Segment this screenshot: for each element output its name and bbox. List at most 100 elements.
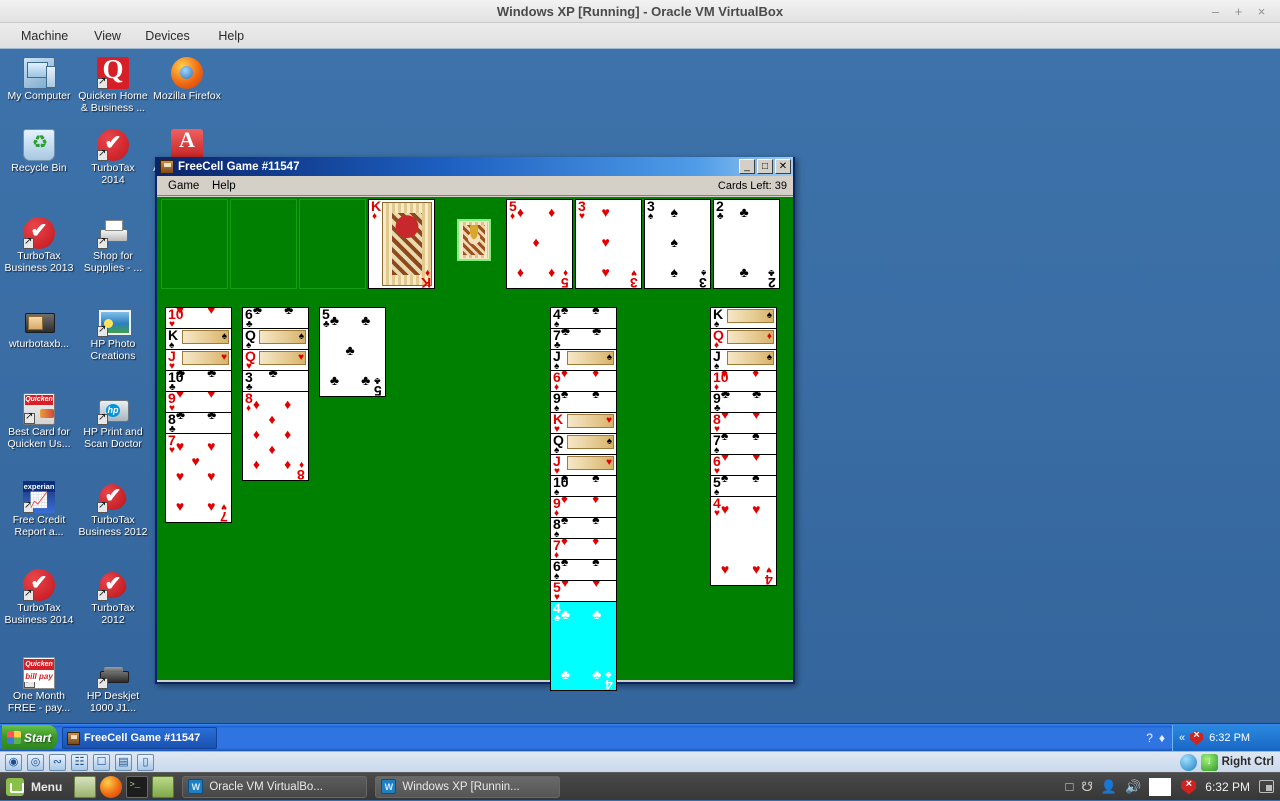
- foundation-4[interactable]: 2 ♣ ♣ ♣ 2 ♣: [713, 199, 780, 289]
- desktop-icon-one-month-free-bill-pay[interactable]: One Month FREE - pay...: [2, 657, 76, 714]
- column-8-card-1[interactable]: K ♠ ♠: [710, 307, 777, 329]
- desktop-icon-recycle-bin[interactable]: Recycle Bin: [2, 129, 76, 175]
- desktop-icon-turbotax-2014[interactable]: TurboTax 2014: [76, 129, 150, 186]
- column-1-card-1[interactable]: 10 ♥ ♥ ♥: [165, 307, 232, 329]
- column-6-card-1[interactable]: 4 ♠ ♠ ♠: [550, 307, 617, 329]
- column-6-card-5[interactable]: 9 ♠ ♠ ♠: [550, 391, 617, 413]
- foundation-3[interactable]: 3 ♠ ♠ ♠ ♠ 3 ♠: [644, 199, 711, 289]
- foundation-1[interactable]: 5 ♦ ♦ ♦ ♦ ♦ ♦ 5 ♦: [506, 199, 573, 289]
- tray-expand-icon[interactable]: ♦: [1159, 731, 1165, 745]
- desktop-icon-wturbotaxb[interactable]: wturbotaxb...: [2, 305, 76, 351]
- freecell-menu-help[interactable]: Help: [205, 176, 243, 196]
- column-6-card-7[interactable]: Q ♠ ♠: [550, 433, 617, 455]
- vbox-minimize-button[interactable]: –: [1207, 3, 1224, 20]
- column-6-card-11[interactable]: 8 ♠ ♠ ♠: [550, 517, 617, 539]
- freecell-titlebar[interactable]: FreeCell Game #11547 _ □ ✕: [157, 157, 793, 176]
- column-2-card-1[interactable]: 6 ♣ ♣ ♣: [242, 307, 309, 329]
- launcher-terminal-icon[interactable]: [126, 775, 149, 798]
- column-8-card-3[interactable]: J ♠ ♠: [710, 349, 777, 371]
- desktop-icon-best-card-for-quicken[interactable]: Best Card for Quicken Us...: [2, 393, 76, 450]
- hard-disk-icon[interactable]: ◉: [5, 753, 22, 771]
- freecell-board[interactable]: K ♦ K ♦ 5 ♦ ♦ ♦ ♦ ♦ ♦ 5 ♦ 3 ♥ ♥ ♥ ♥ 3 ♥ 3 ♠ ♠ ♠ ♠ 3 ♠ 2 ♣ ♣ ♣ 2 ♣ 10 ♥ ♥ ♥ K ♠…: [157, 197, 793, 691]
- column-6-card-13[interactable]: 6 ♠ ♠ ♠: [550, 559, 617, 581]
- host-window-virtualbox[interactable]: Oracle VM VirtualBo...: [182, 775, 368, 798]
- xp-clock[interactable]: 6:32 PM: [1209, 732, 1250, 744]
- host-security-shield-icon[interactable]: [1181, 778, 1197, 795]
- column-1-card-5[interactable]: 9 ♥ ♥ ♥: [165, 391, 232, 413]
- column-1-card-3[interactable]: J ♥ ♥: [165, 349, 232, 371]
- column-2-card-4[interactable]: 3 ♣ ♣: [242, 370, 309, 392]
- user-icon[interactable]: 👤: [1101, 779, 1117, 795]
- network-icon[interactable]: ☷: [71, 753, 88, 771]
- mint-menu-button[interactable]: Menu: [0, 773, 70, 801]
- tray-chevron-icon[interactable]: «: [1179, 732, 1185, 744]
- display-icon[interactable]: ▤: [115, 753, 132, 771]
- shared-folders-icon[interactable]: ☐: [93, 753, 110, 771]
- desktop-icon-hp-print-and-scan-doctor[interactable]: HP Print and Scan Doctor: [76, 393, 150, 450]
- launcher-firefox-icon[interactable]: [100, 775, 123, 798]
- vbox-menu-help[interactable]: Help: [209, 23, 253, 49]
- column-8-card-10[interactable]: 4 ♥ ♥ ♥ ♥ ♥ 4 ♥: [710, 496, 777, 586]
- freecell-maximize-button[interactable]: □: [757, 159, 773, 174]
- help-icon[interactable]: ?: [1146, 731, 1153, 745]
- launcher-files-icon[interactable]: [74, 775, 97, 798]
- desktop-icon-turbotax-2012[interactable]: TurboTax 2012: [76, 569, 150, 626]
- desktop-icon-shop-for-supplies[interactable]: Shop for Supplies - ...: [76, 217, 150, 274]
- column-8-card-6[interactable]: 8 ♥ ♥ ♥: [710, 412, 777, 434]
- freecell-window[interactable]: FreeCell Game #11547 _ □ ✕ Game Help Card…: [155, 157, 795, 691]
- desktop-icon-hp-deskjet-1000[interactable]: HP Deskjet 1000 J1...: [76, 657, 150, 714]
- desktop-icon-hp-photo-creations[interactable]: HP Photo Creations: [76, 305, 150, 362]
- column-8-card-2[interactable]: Q ♦ ♦: [710, 328, 777, 350]
- freecell-close-button[interactable]: ✕: [775, 159, 791, 174]
- host-window-winxp[interactable]: Windows XP [Runnin...: [375, 775, 561, 798]
- launcher-file-manager-icon[interactable]: [152, 775, 175, 798]
- keyboard-layout-icon[interactable]: □: [1066, 779, 1074, 794]
- column-6-card-4[interactable]: 6 ♦ ♦ ♦: [550, 370, 617, 392]
- column-3-card-1[interactable]: 5 ♣ ♣ ♣ ♣ ♣ ♣ 5 ♣: [319, 307, 386, 397]
- dragged-card[interactable]: [457, 219, 491, 261]
- desktop-icon-turbotax-business-2014[interactable]: TurboTax Business 2014: [2, 569, 76, 626]
- volume-icon[interactable]: 🔊: [1125, 779, 1141, 795]
- vbox-menu-machine[interactable]: Machine: [12, 23, 77, 49]
- desktop-icon-free-credit-report[interactable]: Free Credit Report a...: [2, 481, 76, 538]
- desktop-icon-quicken-home-business[interactable]: Quicken Home & Business ...: [76, 54, 150, 114]
- free-cell-4-card[interactable]: K ♦ K ♦: [368, 199, 435, 289]
- column-1-card-4[interactable]: 10 ♣ ♣ ♣: [165, 370, 232, 392]
- freecell-minimize-button[interactable]: _: [739, 159, 755, 174]
- vbox-maximize-button[interactable]: +: [1230, 3, 1247, 20]
- freecell-menu-game[interactable]: Game: [161, 176, 206, 196]
- column-6-card-8[interactable]: J ♥ ♥: [550, 454, 617, 476]
- column-8-card-8[interactable]: 6 ♥ ♥ ♥: [710, 454, 777, 476]
- free-cell-2[interactable]: [230, 199, 297, 289]
- usb-icon[interactable]: ∾: [49, 753, 66, 771]
- video-capture-icon[interactable]: ▯: [137, 753, 154, 771]
- desktop-icon-turbotax-business-2012[interactable]: TurboTax Business 2012: [76, 481, 150, 538]
- foundation-2[interactable]: 3 ♥ ♥ ♥ ♥ 3 ♥: [575, 199, 642, 289]
- column-6-card-3[interactable]: J ♠ ♠: [550, 349, 617, 371]
- desktop-icon-turbotax-business-2013[interactable]: TurboTax Business 2013: [2, 217, 76, 274]
- vbox-menu-view[interactable]: View: [85, 23, 130, 49]
- wifi-icon[interactable]: ☋: [1081, 779, 1093, 795]
- column-6-card-6[interactable]: K ♥ ♥: [550, 412, 617, 434]
- column-2-card-5[interactable]: 8 ♦ ♦ ♦ ♦ ♦ ♦ ♦ ♦ ♦ 8 ♦: [242, 391, 309, 481]
- globe-icon[interactable]: [1179, 753, 1197, 771]
- column-6-card-15[interactable]: 4 ♣ ♣ ♣ ♣ ♣ 4 ♣: [550, 601, 617, 691]
- column-6-card-10[interactable]: 9 ♦ ♦ ♦: [550, 496, 617, 518]
- start-button[interactable]: Start: [2, 725, 57, 750]
- free-cell-1[interactable]: [161, 199, 228, 289]
- optical-disk-icon[interactable]: ◎: [27, 753, 44, 771]
- column-1-card-6[interactable]: 8 ♣ ♣ ♣: [165, 412, 232, 434]
- column-1-card-2[interactable]: K ♠ ♠: [165, 328, 232, 350]
- desktop-icon-my-computer[interactable]: My Computer: [2, 57, 76, 103]
- column-1-card-7[interactable]: 7 ♥ ♥ ♥ ♥ ♥ ♥ ♥ ♥ 7 ♥: [165, 433, 232, 523]
- guest-additions-icon[interactable]: [1200, 753, 1218, 771]
- vbox-close-button[interactable]: ×: [1253, 3, 1270, 20]
- column-6-card-14[interactable]: 5 ♥ ♥ ♥: [550, 580, 617, 602]
- security-shield-icon[interactable]: [1190, 731, 1204, 745]
- column-6-card-9[interactable]: 10 ♠ ♠ ♠: [550, 475, 617, 497]
- column-8-card-4[interactable]: 10 ♦ ♦ ♦: [710, 370, 777, 392]
- taskbar-item-freecell[interactable]: FreeCell Game #11547: [62, 727, 217, 749]
- desktop-icon-mozilla-firefox[interactable]: Mozilla Firefox: [150, 57, 224, 103]
- column-8-card-9[interactable]: 5 ♠ ♠ ♠: [710, 475, 777, 497]
- column-2-card-2[interactable]: Q ♠ ♠: [242, 328, 309, 350]
